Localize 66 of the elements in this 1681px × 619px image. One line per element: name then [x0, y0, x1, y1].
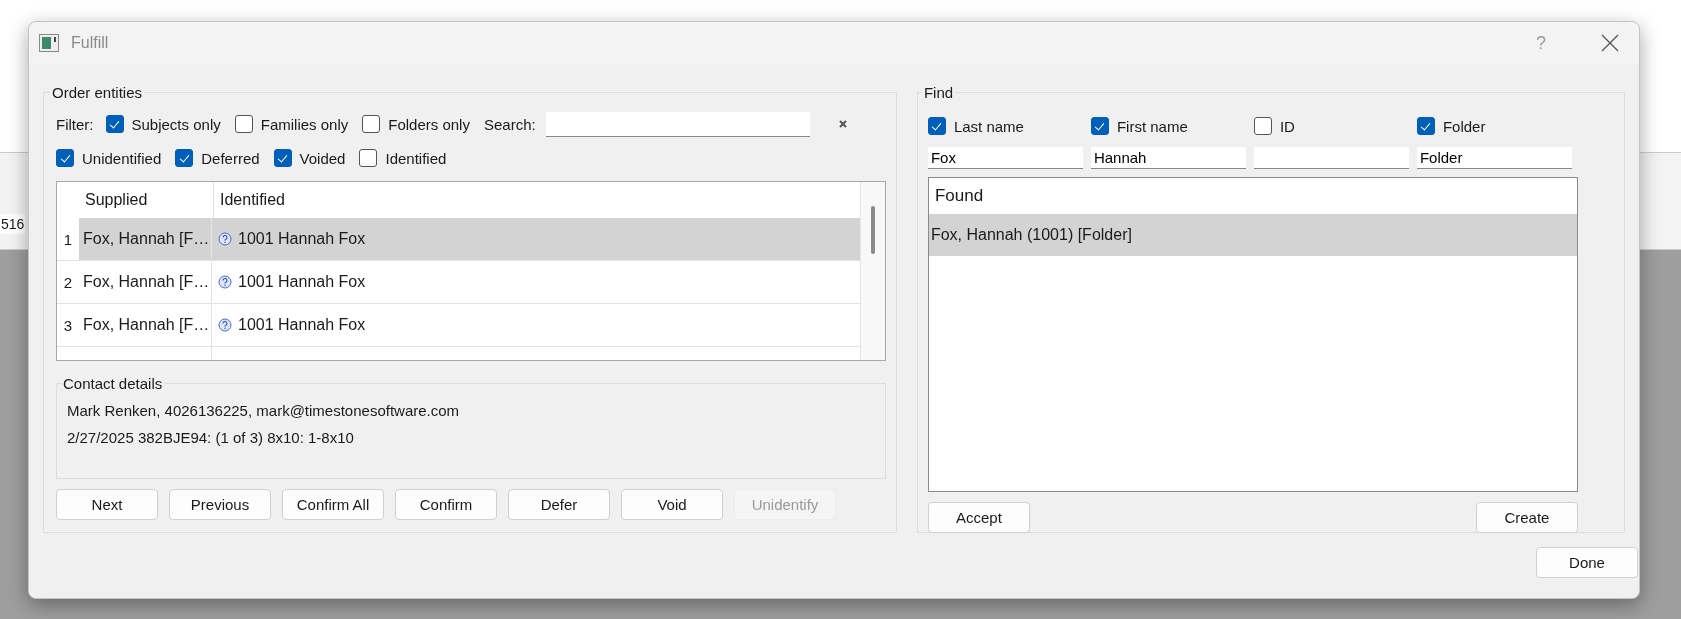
row-number: 3 — [62, 316, 74, 334]
action-button[interactable]: Next — [56, 489, 158, 520]
done-button[interactable]: Done — [1536, 547, 1638, 578]
checkbox[interactable] — [362, 115, 381, 133]
list-item[interactable]: Fox, Hannah (1001) [Folder] — [928, 214, 1577, 256]
checkbox[interactable] — [1416, 117, 1435, 135]
table-cell: Fox, Hannah [F… — [83, 273, 210, 291]
table-cell: Fox, Hannah [F… — [83, 230, 210, 248]
checkbox-label: Identified — [385, 149, 447, 167]
close-icon[interactable] — [1601, 34, 1619, 52]
group-title: Find — [922, 84, 955, 101]
background-cell: 516 — [0, 214, 26, 234]
question-icon — [218, 318, 232, 332]
checkbox-label: Subjects only — [131, 115, 221, 133]
question-icon — [218, 275, 232, 289]
search-field[interactable] — [545, 111, 810, 137]
table-cell: 1001 Hannah Fox — [238, 273, 366, 291]
checkbox-label: Last name — [953, 117, 1024, 135]
checkbox-label: Folders only — [388, 115, 470, 133]
action-button[interactable]: Accept — [927, 502, 1030, 533]
checkbox-label: Folder — [1442, 117, 1486, 135]
action-button[interactable]: Confirm All — [282, 489, 384, 520]
table-cell: 1001 Hannah Fox — [238, 230, 366, 248]
checkbox[interactable] — [105, 115, 124, 133]
column-header: Identified — [219, 190, 286, 210]
group-title: Contact details — [62, 375, 164, 392]
checkbox[interactable] — [359, 149, 378, 167]
action-button[interactable]: Defer — [508, 489, 610, 520]
row-number: 2 — [62, 273, 74, 291]
input-field[interactable] — [1253, 147, 1409, 169]
checkbox-label: Voided — [299, 149, 346, 167]
list-header: Found — [933, 185, 985, 207]
checkbox[interactable] — [175, 149, 194, 167]
app-icon — [39, 34, 59, 52]
checkbox[interactable] — [927, 117, 946, 135]
checkbox[interactable] — [56, 149, 74, 167]
table-cell: 1001 Hannah Fox — [238, 316, 366, 334]
checkbox[interactable] — [1090, 117, 1109, 135]
action-button[interactable]: Void — [621, 489, 723, 520]
checkbox[interactable] — [1253, 117, 1272, 135]
window-title: Fulfill — [71, 34, 110, 52]
contact-text: 2/27/2025 382BJE94: (1 of 3) 8x10: 1-8x10 — [67, 428, 355, 448]
row-number: 1 — [62, 230, 74, 248]
clear-icon[interactable] — [837, 119, 848, 129]
table-cell: Fox, Hannah [F… — [83, 316, 210, 334]
action-button[interactable]: Create — [1475, 502, 1578, 533]
checkbox-label: Families only — [260, 115, 349, 133]
checkbox[interactable] — [273, 149, 292, 167]
contact-text: Mark Renken, 4026136225, mark@timestonesoftware.com — [67, 401, 461, 421]
checkbox-label: First name — [1116, 117, 1188, 135]
input-field[interactable]: Folder — [1416, 147, 1572, 169]
checkbox-label: Unidentified — [82, 149, 162, 167]
action-button[interactable]: Confirm — [395, 489, 497, 520]
table-row[interactable]: 2 Fox, Hannah [F… 1001 Hannah Fox — [57, 261, 860, 304]
checkbox-label: Deferred — [201, 149, 260, 167]
scrollbar[interactable] — [859, 182, 885, 360]
checkbox-label: ID — [1279, 117, 1295, 135]
table-row[interactable]: 3 Fox, Hannah [F… 1001 Hannah Fox — [57, 304, 860, 347]
filter-label: Filter: — [56, 115, 94, 133]
input-field[interactable]: Fox — [927, 147, 1083, 169]
input-field[interactable]: Hannah — [1090, 147, 1246, 169]
group-title: Order entities — [51, 84, 144, 101]
checkbox[interactable] — [234, 115, 253, 133]
question-icon — [218, 232, 232, 246]
search-label: Search: — [483, 115, 536, 133]
action-button[interactable]: Previous — [169, 489, 271, 520]
